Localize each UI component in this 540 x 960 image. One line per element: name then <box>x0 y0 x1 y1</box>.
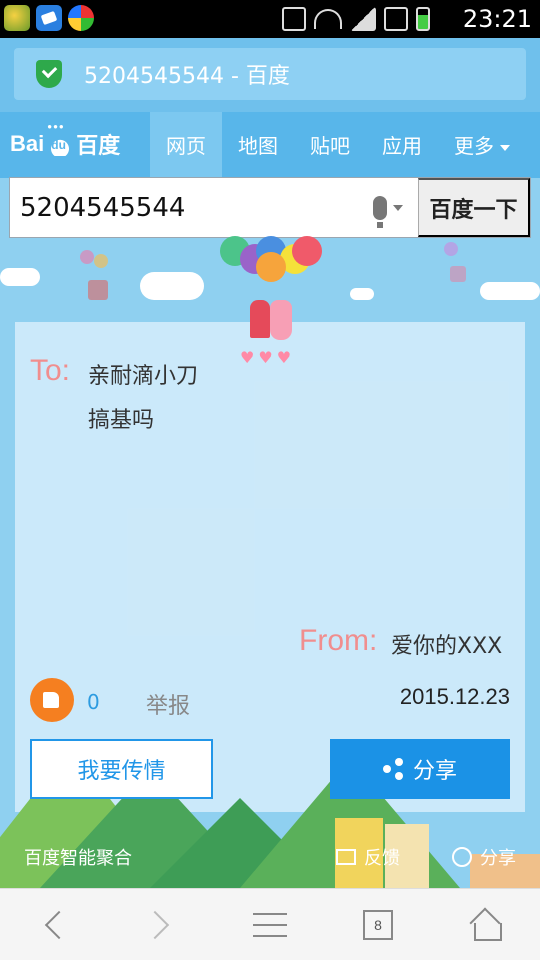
app-icon-browser <box>68 5 94 31</box>
cloud-decoration <box>0 268 40 286</box>
share-button-label: 分享 <box>412 759 457 784</box>
address-bar-area: 5204545544 - 百度 <box>0 38 540 112</box>
feedback-label: 反馈 <box>364 848 400 869</box>
sender-name: 爱你的XXX <box>391 634 503 659</box>
logo-text-du: du <box>51 138 66 152</box>
signal-icon <box>350 7 376 31</box>
search-bar: 百度一下 <box>9 177 531 238</box>
app-icon-game <box>4 5 30 31</box>
menu-button[interactable] <box>230 889 310 960</box>
notification-icons <box>4 5 94 31</box>
cloud-decoration <box>140 272 204 300</box>
footer-brand: 百度智能聚合 <box>24 848 132 869</box>
search-button[interactable]: 百度一下 <box>418 178 530 237</box>
microphone-icon <box>373 195 387 228</box>
to-label: To: <box>30 354 71 387</box>
chevron-right-icon <box>140 910 170 940</box>
card-date: 2015.12.23 <box>399 684 510 709</box>
logo-text-cn: 百度 <box>76 133 121 158</box>
baidu-logo[interactable]: Bai du 百度 <box>10 122 121 160</box>
tab-apps[interactable]: 应用 <box>366 112 438 178</box>
voice-search-button[interactable] <box>358 178 418 237</box>
share-button[interactable]: 分享 <box>330 739 510 799</box>
nav-tabs: 网页 地图 贴吧 应用 更多 <box>150 112 526 178</box>
screen-rotate-icon <box>282 7 306 31</box>
chevron-down-icon <box>393 204 403 211</box>
mail-icon <box>336 849 356 865</box>
from-label: From: <box>299 624 378 657</box>
tab-webpage[interactable]: 网页 <box>150 112 222 178</box>
paw-icon: du <box>46 122 75 156</box>
cloud-decoration <box>350 288 374 300</box>
chevron-left-icon <box>44 910 74 940</box>
report-link[interactable]: 举报 <box>146 688 190 720</box>
baidu-header: Bai du 百度 网页 地图 贴吧 应用 更多 <box>0 112 540 178</box>
footer: 百度智能聚合 反馈 分享 <box>0 824 540 888</box>
footer-share-link[interactable]: 分享 <box>452 844 516 870</box>
feedback-link[interactable]: 反馈 <box>336 844 400 870</box>
sim-icon <box>384 7 408 31</box>
small-balloon-decoration <box>80 250 120 310</box>
status-bar: 23:21 <box>0 0 540 38</box>
tab-map[interactable]: 地图 <box>222 112 294 178</box>
home-button[interactable] <box>446 889 526 960</box>
share-icon <box>382 758 405 780</box>
logo-text-bai: Bai <box>10 131 45 156</box>
back-button[interactable] <box>14 889 94 960</box>
tabs-icon: 8 <box>363 910 393 940</box>
page-title: 5204545544 - 百度 <box>84 64 290 89</box>
send-love-button[interactable]: 我要传情 <box>30 739 213 799</box>
thumbs-up-icon[interactable] <box>30 678 74 722</box>
tab-more[interactable]: 更多 <box>438 112 526 178</box>
footer-share-label: 分享 <box>480 848 516 869</box>
like-count: 0 <box>87 690 100 714</box>
menu-icon <box>253 913 287 937</box>
system-icons <box>282 7 430 31</box>
search-input[interactable] <box>10 178 358 237</box>
hearts-decoration: ♥♥♥ <box>240 348 296 367</box>
chevron-down-icon <box>500 144 510 151</box>
battery-icon <box>416 7 430 31</box>
app-icon-cleaner <box>36 5 62 31</box>
tabs-button[interactable]: 8 <box>338 889 418 960</box>
balloon-couple-illustration <box>218 236 328 366</box>
wifi-icon <box>314 9 342 29</box>
shield-check-icon <box>36 60 62 88</box>
share-circle-icon <box>452 847 472 867</box>
address-bar[interactable]: 5204545544 - 百度 <box>14 48 526 100</box>
clock: 23:21 <box>462 5 532 33</box>
home-icon <box>472 911 502 941</box>
browser-toolbar: 8 <box>0 888 540 960</box>
cloud-decoration <box>480 282 540 300</box>
tab-tieba[interactable]: 贴吧 <box>294 112 366 178</box>
small-balloon-decoration <box>440 242 480 302</box>
message-text: 搞基吗 <box>88 408 155 433</box>
forward-button[interactable] <box>120 889 200 960</box>
recipient-name: 亲耐滴小刀 <box>88 364 199 389</box>
